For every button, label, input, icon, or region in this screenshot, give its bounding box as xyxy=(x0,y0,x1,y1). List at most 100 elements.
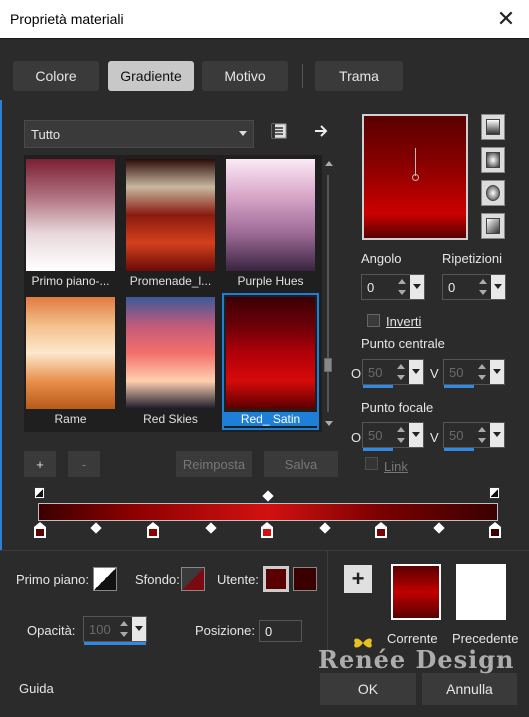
color-stop[interactable] xyxy=(34,522,46,538)
center-point-label: Punto centrale xyxy=(361,336,445,351)
gradient-item[interactable]: Promenade_l... xyxy=(124,155,217,292)
tab-motivo[interactable]: Motivo xyxy=(202,61,288,91)
gradient-item-selected[interactable]: Red_ Satin xyxy=(222,293,319,430)
focal-v-stepper[interactable]: 50 xyxy=(443,422,505,451)
chevron-down-icon[interactable] xyxy=(410,275,424,299)
repeats-stepper[interactable]: 0 xyxy=(442,274,506,300)
gradient-thumbnail xyxy=(126,159,215,271)
ok-button[interactable]: OK xyxy=(320,673,416,705)
color-stop[interactable] xyxy=(147,522,159,538)
increment-icon[interactable] xyxy=(478,364,486,369)
decrement-icon[interactable] xyxy=(398,290,406,295)
decrement-icon[interactable] xyxy=(120,632,128,637)
center-h-stepper[interactable]: 50 xyxy=(362,359,424,388)
decrement-icon[interactable] xyxy=(478,438,486,443)
scroll-thumb[interactable] xyxy=(324,358,332,372)
rectangular-gradient-icon[interactable] xyxy=(481,147,505,173)
add-to-swatches-button[interactable]: + xyxy=(344,565,372,593)
cancel-button[interactable]: Annulla xyxy=(422,673,517,705)
center-v-stepper[interactable]: 50 xyxy=(443,359,505,388)
angle-value: 0 xyxy=(367,280,375,295)
book-icon[interactable] xyxy=(270,122,288,140)
scroll-down-icon[interactable] xyxy=(325,421,333,426)
save-button[interactable]: Salva xyxy=(264,451,338,477)
gradient-item-label: Primo piano-... xyxy=(31,274,110,288)
angle-handle[interactable] xyxy=(412,174,419,181)
add-gradient-button[interactable]: + xyxy=(24,451,56,477)
close-icon[interactable]: ✕ xyxy=(483,0,529,38)
link-checkbox[interactable] xyxy=(365,457,378,470)
tab-gradiente[interactable]: Gradiente xyxy=(108,61,194,91)
color-midpoint[interactable] xyxy=(205,522,217,534)
opacity-stepper[interactable]: 100 xyxy=(83,616,147,645)
opacity-midpoint[interactable] xyxy=(262,490,274,502)
decrement-icon[interactable] xyxy=(397,438,405,443)
color-midpoint[interactable] xyxy=(433,522,445,534)
increment-icon[interactable] xyxy=(397,427,405,432)
gradient-editor-bar[interactable] xyxy=(38,503,498,521)
gradient-item[interactable]: Red Skies xyxy=(124,293,217,430)
tab-trama[interactable]: Trama xyxy=(315,61,403,91)
position-label: Posizione: xyxy=(195,623,255,638)
previous-gradient-preview[interactable] xyxy=(456,564,506,620)
sunburst-gradient-icon[interactable] xyxy=(481,180,505,206)
center-h-label: O xyxy=(351,366,362,381)
color-midpoint[interactable] xyxy=(90,522,102,534)
increment-icon[interactable] xyxy=(479,279,487,284)
color-midpoint[interactable] xyxy=(319,522,331,534)
tab-separator xyxy=(302,64,303,88)
value-bar xyxy=(84,642,146,645)
opacity-value: 100 xyxy=(89,622,111,637)
position-input[interactable]: 0 xyxy=(259,620,302,642)
foreground-swatch[interactable] xyxy=(93,567,117,591)
gradient-item[interactable]: Rame xyxy=(24,293,117,430)
radial-gradient-icon[interactable] xyxy=(481,213,505,239)
gradient-gallery: Primo piano-... Promenade_l... Purple Hu… xyxy=(24,155,322,432)
category-select[interactable]: Tutto xyxy=(24,120,254,148)
linear-gradient-icon[interactable] xyxy=(481,114,505,140)
increment-icon[interactable] xyxy=(398,279,406,284)
angle-stepper[interactable]: 0 xyxy=(361,274,425,300)
reset-button[interactable]: Reimposta xyxy=(176,451,252,477)
focus-indicator xyxy=(0,100,2,550)
chevron-down-icon[interactable] xyxy=(409,360,423,384)
gradient-item-label: Purple Hues xyxy=(237,274,304,288)
focal-v-label: V xyxy=(430,430,439,445)
user-color-swatch-2[interactable] xyxy=(293,567,317,591)
help-link[interactable]: Guida xyxy=(19,681,54,696)
color-stop[interactable] xyxy=(375,522,387,538)
color-stop[interactable] xyxy=(261,522,273,538)
current-label: Corrente xyxy=(387,631,438,646)
opacity-stop-left[interactable] xyxy=(34,487,45,499)
arrow-right-icon[interactable] xyxy=(312,122,330,140)
opacity-stop-right[interactable] xyxy=(489,487,500,499)
focal-h-stepper[interactable]: 50 xyxy=(362,422,424,451)
gradient-item[interactable]: Primo piano-... xyxy=(24,155,117,292)
user-color-swatch-1[interactable] xyxy=(263,566,289,592)
invert-checkbox[interactable] xyxy=(367,314,380,327)
user-label: Utente: xyxy=(217,572,259,587)
gradient-item[interactable]: Purple Hues xyxy=(224,155,317,292)
section-divider xyxy=(0,550,529,551)
gradient-preview[interactable] xyxy=(362,114,468,240)
title-bar: Proprietà materiali ✕ xyxy=(0,0,529,38)
chevron-down-icon[interactable] xyxy=(491,275,505,299)
chevron-down-icon[interactable] xyxy=(490,423,504,447)
decrement-icon[interactable] xyxy=(478,375,486,380)
opacity-label: Opacità: xyxy=(27,623,76,638)
tab-colore[interactable]: Colore xyxy=(13,61,99,91)
increment-icon[interactable] xyxy=(478,427,486,432)
increment-icon[interactable] xyxy=(120,621,128,626)
chevron-down-icon[interactable] xyxy=(132,617,146,641)
scroll-up-icon[interactable] xyxy=(325,161,333,166)
decrement-icon[interactable] xyxy=(479,290,487,295)
decrement-icon[interactable] xyxy=(397,375,405,380)
remove-gradient-button[interactable]: - xyxy=(68,451,100,477)
increment-icon[interactable] xyxy=(397,364,405,369)
chevron-down-icon[interactable] xyxy=(490,360,504,384)
chevron-down-icon[interactable] xyxy=(409,423,423,447)
gallery-scrollbar[interactable] xyxy=(322,155,334,432)
center-v-value: 50 xyxy=(449,365,464,380)
color-stop[interactable] xyxy=(489,522,501,538)
background-swatch[interactable] xyxy=(181,567,205,591)
